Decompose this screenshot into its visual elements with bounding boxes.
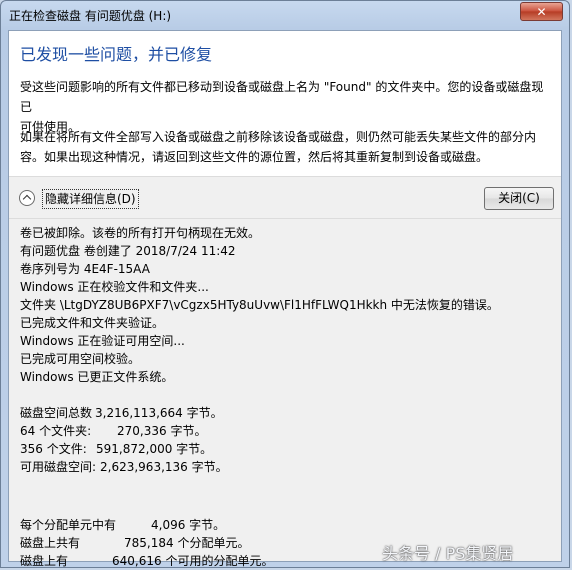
log-line: 有问题优盘 卷创建了 2018/7/24 11:42 [20,244,236,258]
unit-value: 640,616 个可用的分配单元。 [112,554,274,568]
stat-value: 3,216,113,664 字节。 [95,406,223,420]
unit-value: 4,096 字节。 [151,518,226,532]
warning-line-1: 如果在将所有文件全部写入设备或磁盘之前移除该设备或磁盘，则仍然可能丢失某些文件的… [20,130,537,144]
close-button[interactable]: 关闭(C) [484,187,554,210]
log-line: 卷已被卸除。该卷的所有打开句柄现在无效。 [20,226,261,240]
stat-label: 可用磁盘空间: [20,460,97,474]
dialog-content: 已发现一些问题，并已修复 受这些问题影响的所有文件都已移动到设备或磁盘上名为 "… [8,30,562,568]
window-close-button[interactable]: ✕ [520,2,563,21]
stat-label: 磁盘空间总数 [20,406,93,420]
hide-details-toggle[interactable]: 隐藏详细信息(D) [42,189,139,209]
unit-label: 每个分配单元中有 [20,518,117,532]
unit-label: 磁盘上共有 [20,536,81,550]
title-bar: 正在检查磁盘 有问题优盘 (H:) [9,6,459,26]
unit-value: 785,184 个分配单元。 [124,536,250,550]
watermark-text: 头条号 / PS集贤居 [382,544,514,563]
log-line: Windows 已更正文件系统。 [20,370,174,384]
log-line: Windows 正在验证可用空间... [20,334,185,348]
stat-label: 64 个文件夹: [20,424,92,438]
collapse-chevron-icon[interactable] [19,190,35,206]
result-heading: 已发现一些问题，并已修复 [20,45,213,64]
details-log: 卷已被卸除。该卷的所有打开句柄现在无效。 有问题优盘 卷创建了 2018/7/2… [9,219,561,568]
unit-label: 磁盘上有 [20,554,69,568]
dialog-window: 正在检查磁盘 有问题优盘 (H:) ✕ 已发现一些问题，并已修复 受这些问题影响… [0,0,570,568]
log-line: 卷序列号为 4E4F-15AA [20,262,150,276]
log-line: 已完成可用空间校验。 [20,352,141,366]
log-line: Windows 正在校验文件和文件夹... [20,280,209,294]
data-loss-warning: 如果在将所有文件全部写入设备或磁盘之前移除该设备或磁盘，则仍然可能丢失某些文件的… [20,127,550,167]
log-line: 已完成文件和文件夹验证。 [20,316,165,330]
log-line: 文件夹 \LtgDYZ8UB6PXF7\vCgzx5HTy8uUvw\Fl1Hf… [20,298,499,312]
stat-value: 591,872,000 字节。 [96,442,213,456]
window-title: 正在检查磁盘 有问题优盘 (H:) [9,9,172,23]
button-bar: 隐藏详细信息(D) 关闭(C) [9,176,561,219]
stat-value: 2,623,963,136 字节。 [100,460,228,474]
warning-line-2: 容。如果出现这种情况，请返回到这些文件的源位置，然后将其重新复制到设备或磁盘。 [20,150,489,164]
message-panel: 已发现一些问题，并已修复 受这些问题影响的所有文件都已移动到设备或磁盘上名为 "… [9,31,561,176]
stat-value: 270,336 字节。 [117,424,207,438]
stat-label: 356 个文件: [20,442,87,456]
found-message-line-1: 受这些问题影响的所有文件都已移动到设备或磁盘上名为 "Found" 的文件夹中。… [20,80,544,114]
